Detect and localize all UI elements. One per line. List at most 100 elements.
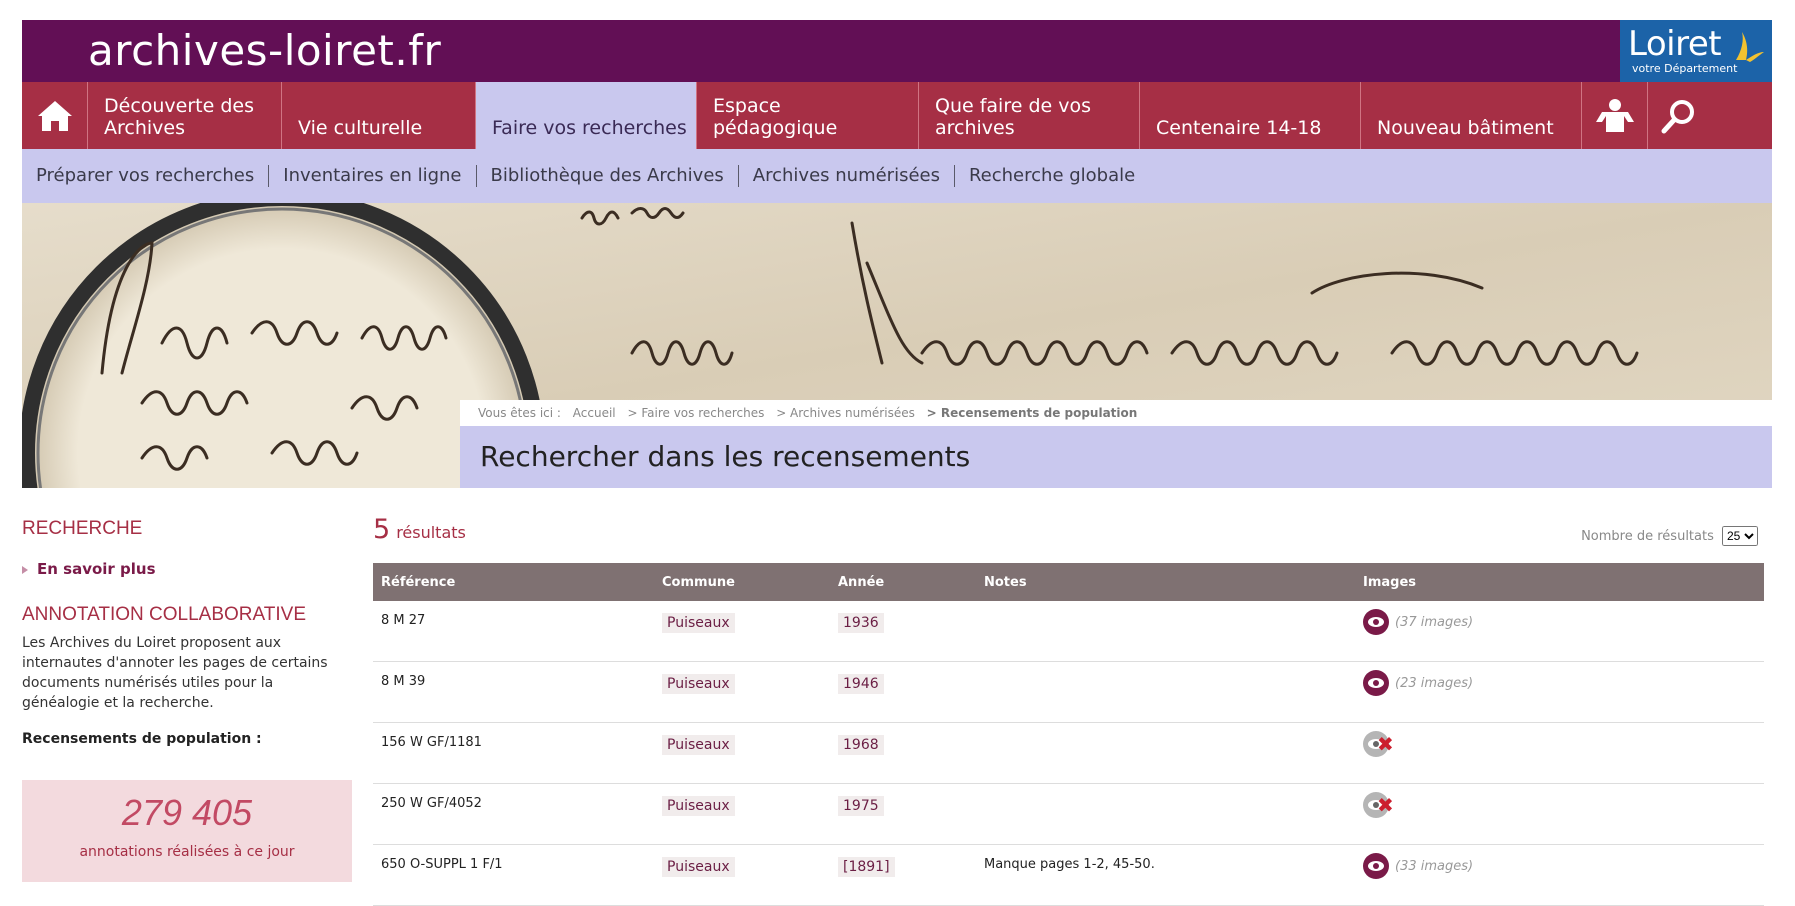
cell-reference: 650 O-SUPPL 1 F/1 [373, 844, 654, 906]
column-header-reference: Référence [373, 563, 654, 601]
cell-reference: 156 W GF/1181 [373, 722, 654, 784]
loiret-logo[interactable]: Loiret votre Département [1620, 20, 1772, 82]
breadcrumb-home[interactable]: Accueil [573, 406, 616, 420]
result-count-number: 5 [373, 514, 391, 545]
year-tag[interactable]: 1975 [838, 796, 884, 816]
nav-item-label: Que faire de vos archives [935, 95, 1092, 139]
unavailable-icon: ✖ [1363, 792, 1394, 818]
logo-subtitle: votre Département [1632, 62, 1738, 75]
cell-annee: 1975 [830, 783, 976, 845]
nav-item-label: Découverte des Archives [104, 95, 255, 139]
year-tag[interactable]: 1946 [838, 674, 884, 694]
cell-notes [976, 722, 1355, 784]
results-table: Référence Commune Année Notes Images 8 M… [373, 563, 1764, 906]
cell-commune: Puiseaux [654, 783, 830, 845]
cell-reference: 250 W GF/4052 [373, 783, 654, 845]
cell-commune: Puiseaux [654, 722, 830, 784]
column-header-annee: Année [830, 563, 976, 601]
year-tag[interactable]: 1936 [838, 613, 884, 633]
main-navigation: Découverte des Archives Vie culturelle F… [22, 82, 1772, 149]
site-name[interactable]: archives-loiret.fr [88, 26, 441, 75]
eye-icon[interactable] [1363, 670, 1389, 696]
cell-notes [976, 661, 1355, 723]
eye-icon[interactable] [1363, 609, 1389, 635]
cell-commune: Puiseaux [654, 844, 830, 906]
logo-leaf-icon [1736, 32, 1764, 62]
nav-item-faire-vos-recherches[interactable]: Faire vos recherches [476, 82, 697, 149]
breadcrumb-archives-numerisees[interactable]: > Archives numérisées [776, 406, 915, 420]
home-button[interactable] [22, 82, 88, 149]
commune-tag[interactable]: Puiseaux [662, 796, 735, 816]
account-button[interactable] [1582, 82, 1648, 149]
results-per-page: Nombre de résultats 25 [1581, 526, 1758, 546]
cell-reference: 8 M 39 [373, 661, 654, 723]
unavailable-icon: ✖ [1363, 731, 1394, 757]
nav-item-label: Nouveau bâtiment [1377, 117, 1554, 139]
en-savoir-plus-link[interactable]: En savoir plus [22, 560, 156, 578]
year-tag[interactable]: 1968 [838, 735, 884, 755]
table-row: 8 M 39 Puiseaux 1946 (23 images) [373, 661, 1764, 723]
table-row: 250 W GF/4052 Puiseaux 1975 ✖ [373, 783, 1764, 845]
annotation-count: 279 405 [121, 792, 253, 833]
subnav-recherche-globale[interactable]: Recherche globale [955, 165, 1149, 187]
sidebar-description: Les Archives du Loiret proposent aux int… [22, 635, 328, 711]
sidebar-heading-recherche: RECHERCHE [22, 518, 143, 539]
user-icon [1595, 98, 1634, 132]
nav-item-label: Faire vos recherches [492, 117, 687, 139]
sidebar-heading-annotation: ANNOTATION COLLABORATIVE [22, 604, 306, 625]
search-icon [1661, 99, 1694, 133]
subnav-archives-numerisees[interactable]: Archives numérisées [739, 165, 955, 187]
sub-navigation: Préparer vos recherches Inventaires en l… [22, 149, 1772, 203]
search-button[interactable] [1648, 82, 1710, 149]
column-header-images: Images [1355, 563, 1764, 601]
cell-notes [976, 783, 1355, 845]
cell-commune: Puiseaux [654, 601, 830, 662]
commune-tag[interactable]: Puiseaux [662, 613, 735, 633]
nav-item-label: Centenaire 14-18 [1156, 117, 1322, 139]
nav-item-vie-culturelle[interactable]: Vie culturelle [282, 82, 476, 149]
commune-tag[interactable]: Puiseaux [662, 674, 735, 694]
year-tag[interactable]: [1891] [838, 857, 895, 877]
annotation-counter: 279 405 annotations réalisées à ce jour [22, 780, 352, 882]
nav-item-label: Espace pédagogique [713, 95, 838, 139]
table-row: 650 O-SUPPL 1 F/1 Puiseaux [1891] Manque pa… [373, 844, 1764, 906]
subnav-bibliotheque[interactable]: Bibliothèque des Archives [477, 165, 739, 187]
commune-tag[interactable]: Puiseaux [662, 735, 735, 755]
nav-item-centenaire[interactable]: Centenaire 14-18 [1140, 82, 1361, 149]
cell-notes [976, 601, 1355, 662]
cell-annee: [1891] [830, 844, 976, 906]
image-count: (23 images) [1395, 675, 1474, 691]
nav-item-espace-pedagogique[interactable]: Espace pédagogique [697, 82, 919, 149]
nav-item-decouverte[interactable]: Découverte des Archives [88, 82, 282, 149]
logo-word: Loiret [1628, 24, 1722, 64]
image-count: (33 images) [1395, 858, 1474, 874]
table-row: 8 M 27 Puiseaux 1936 (37 images) [373, 601, 1764, 662]
cell-images: (23 images) [1355, 661, 1764, 723]
table-row: 156 W GF/1181 Puiseaux 1968 ✖ [373, 722, 1764, 784]
result-count: 5 résultats [373, 514, 466, 545]
cell-annee: 1936 [830, 601, 976, 662]
cell-images: (33 images) [1355, 844, 1764, 906]
sidebar: RECHERCHE En savoir plus ANNOTATION COLL… [22, 518, 352, 882]
results-per-page-select[interactable]: 25 [1722, 526, 1758, 546]
annotation-caption: annotations réalisées à ce jour [79, 844, 295, 860]
subnav-preparer[interactable]: Préparer vos recherches [22, 165, 270, 187]
commune-tag[interactable]: Puiseaux [662, 857, 735, 877]
cell-annee: 1968 [830, 722, 976, 784]
cell-images: (37 images) [1355, 601, 1764, 662]
nav-item-que-faire[interactable]: Que faire de vos archives [919, 82, 1140, 149]
home-icon [37, 100, 72, 131]
cell-images: ✖ [1355, 722, 1764, 784]
subnav-inventaires[interactable]: Inventaires en ligne [269, 165, 477, 187]
breadcrumb-faire-vos-recherches[interactable]: > Faire vos recherches [627, 406, 764, 420]
page-title-box: Rechercher dans les recensements [460, 426, 1772, 488]
cell-images: ✖ [1355, 783, 1764, 845]
page-frame: archives-loiret.fr Loiret votre Départem… [22, 0, 1772, 906]
results-per-page-label: Nombre de résultats [1581, 529, 1714, 544]
nav-item-label: Vie culturelle [298, 117, 423, 139]
page-title: Rechercher dans les recensements [480, 440, 971, 473]
eye-icon[interactable] [1363, 853, 1389, 879]
cell-notes: Manque pages 1-2, 45-50. [976, 844, 1355, 906]
nav-item-nouveau-batiment[interactable]: Nouveau bâtiment [1361, 82, 1582, 149]
result-count-label: résultats [396, 523, 466, 542]
